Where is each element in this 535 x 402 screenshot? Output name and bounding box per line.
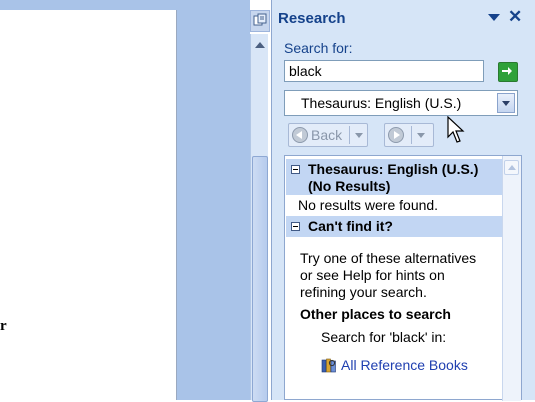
- back-button[interactable]: Back: [288, 123, 368, 147]
- start-search-button[interactable]: [498, 62, 518, 82]
- other-places-heading: Other places to search: [300, 306, 451, 322]
- pane-title: Research: [278, 10, 346, 27]
- task-pane-split-button[interactable]: [250, 10, 270, 32]
- search-input[interactable]: [284, 60, 484, 82]
- document-page[interactable]: r: [0, 10, 177, 400]
- all-reference-books-link[interactable]: All Reference Books: [341, 357, 468, 373]
- scroll-thumb[interactable]: [252, 156, 268, 402]
- search-for-in-text: Search for 'black' in:: [321, 329, 447, 345]
- search-for-label: Search for:: [284, 40, 353, 56]
- results-panel: Thesaurus: English (U.S.) (No Results) N…: [284, 155, 522, 401]
- section-cant-find-title: Can't find it?: [308, 218, 393, 234]
- research-task-pane: Research ✕ Search for: Thesaurus: Englis…: [271, 0, 535, 401]
- forward-icon: [388, 127, 404, 143]
- alternatives-text-line1: Try one of these alternatives: [300, 250, 477, 266]
- section-thesaurus-subtitle: (No Results): [308, 178, 391, 194]
- back-icon: [292, 127, 308, 143]
- reference-source-select[interactable]: Thesaurus: English (U.S.): [284, 90, 518, 116]
- go-arrow-icon: [502, 67, 512, 75]
- section-thesaurus-header[interactable]: Thesaurus: English (U.S.) (No Results): [286, 159, 504, 195]
- dropdown-menu-icon[interactable]: [487, 10, 501, 24]
- forward-history-dropdown-icon[interactable]: [417, 133, 425, 138]
- books-icon: [321, 358, 336, 373]
- alternatives-text-line2: or see Help for hints on: [300, 267, 445, 283]
- no-results-text: No results were found.: [298, 197, 439, 213]
- scroll-up-button[interactable]: [251, 38, 268, 52]
- back-label: Back: [311, 127, 343, 143]
- mouse-cursor-icon: [447, 116, 465, 143]
- back-history-dropdown-icon[interactable]: [355, 133, 363, 138]
- collapse-icon[interactable]: [291, 222, 300, 231]
- scroll-up-button[interactable]: [504, 160, 519, 175]
- section-thesaurus-title: Thesaurus: English (U.S.): [308, 161, 479, 177]
- section-cant-find-header[interactable]: Can't find it?: [286, 216, 504, 237]
- document-text: r: [0, 318, 7, 334]
- document-vertical-scrollbar[interactable]: [250, 34, 268, 402]
- collapse-icon[interactable]: [291, 165, 300, 174]
- selected-source: Thesaurus: English (U.S.): [301, 95, 462, 111]
- alternatives-text-line3: refining your search.: [300, 284, 427, 300]
- task-pane-split-icon: [253, 13, 267, 26]
- results-scrollbar[interactable]: [502, 156, 521, 401]
- divider: [411, 126, 412, 144]
- close-icon[interactable]: ✕: [508, 7, 522, 27]
- chevron-down-icon[interactable]: [497, 93, 515, 113]
- forward-button[interactable]: [384, 123, 434, 147]
- divider: [349, 126, 350, 144]
